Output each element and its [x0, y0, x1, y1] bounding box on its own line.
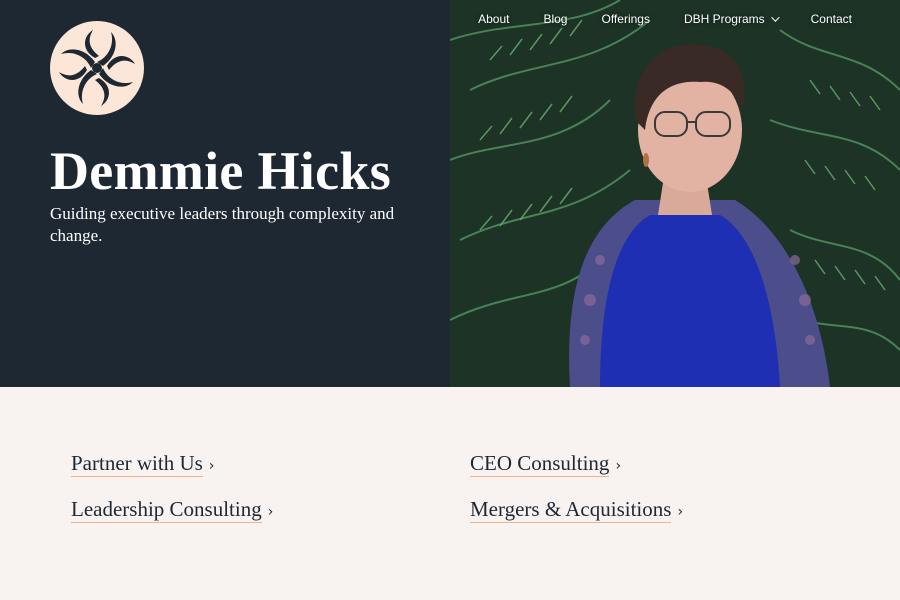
chevron-right-icon: › [267, 503, 274, 520]
chevron-down-icon [770, 13, 780, 22]
nav-offerings[interactable]: Offerings [601, 10, 649, 28]
nav-blog[interactable]: Blog [543, 10, 567, 28]
chevron-right-icon: › [615, 457, 622, 474]
link-partner-with-us[interactable]: Partner with Us › [71, 451, 214, 477]
nav-offerings-label: Offerings [601, 12, 650, 26]
nav-dbh-programs-label: DBH Programs [683, 12, 765, 26]
nav-contact[interactable]: Contact [811, 10, 852, 28]
hero-left-panel: Demmie Hicks Guiding executive leaders t… [0, 0, 450, 387]
link-mergers-acquisitions[interactable]: Mergers & Acquisitions › [470, 497, 683, 523]
link-mergers-acquisitions-label: Mergers & Acquisitions [470, 497, 672, 523]
hero-tagline: Guiding executive leaders through comple… [50, 204, 395, 245]
service-links-section: Partner with Us › CEO Consulting › Leade… [0, 387, 900, 600]
nav-about[interactable]: About [478, 10, 509, 28]
nav-blog-label: Blog [543, 12, 568, 26]
link-leadership-consulting[interactable]: Leadership Consulting › [71, 497, 273, 523]
link-ceo-consulting-label: CEO Consulting [470, 451, 610, 477]
swirl-logo-graphic [59, 30, 135, 106]
chevron-right-icon: › [208, 457, 215, 474]
portrait-photo [450, 0, 900, 387]
swirl-logo-icon[interactable] [50, 21, 144, 115]
nav-about-label: About [478, 12, 510, 26]
link-ceo-consulting[interactable]: CEO Consulting › [470, 451, 621, 477]
link-partner-with-us-label: Partner with Us [71, 451, 203, 477]
hero-section: Demmie Hicks Guiding executive leaders t… [0, 0, 900, 387]
nav-dbh-programs[interactable]: DBH Programs [683, 10, 780, 28]
chevron-right-icon: › [677, 503, 684, 520]
main-nav: About Blog Offerings DBH Programs Contac… [478, 10, 852, 28]
link-leadership-consulting-label: Leadership Consulting [71, 497, 262, 523]
nav-contact-label: Contact [810, 12, 852, 26]
portrait-illustration [450, 0, 900, 387]
page-title: Demmie Hicks [50, 141, 392, 201]
